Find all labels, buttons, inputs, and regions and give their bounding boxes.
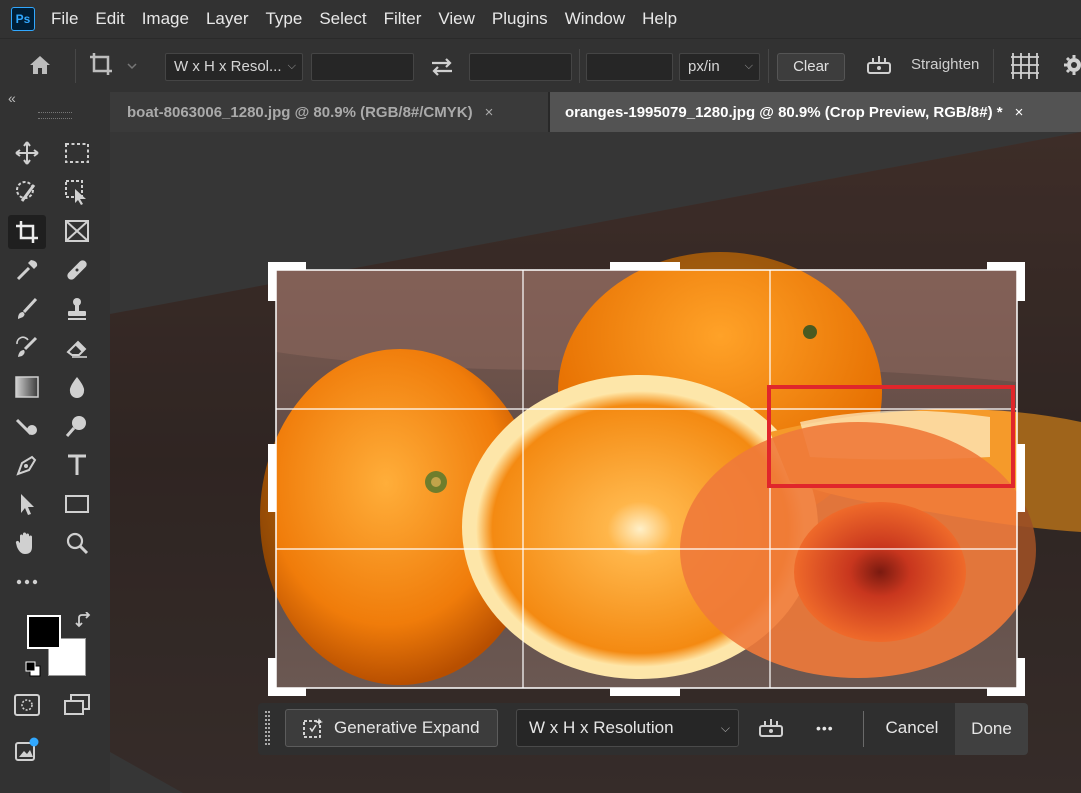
marquee-tool-icon[interactable] — [61, 137, 93, 169]
foreground-color-swatch[interactable] — [27, 615, 61, 649]
task-bar-grip[interactable] — [265, 711, 270, 745]
swap-dimensions-icon[interactable] — [428, 53, 456, 81]
close-icon[interactable]: × — [485, 104, 494, 121]
menu-layer[interactable]: Layer — [206, 9, 249, 29]
menu-file[interactable]: File — [51, 9, 78, 29]
rectangle-tool-icon[interactable] — [61, 488, 93, 520]
generative-expand-label: Generative Expand — [334, 718, 480, 737]
swap-colors-icon[interactable] — [75, 611, 93, 635]
done-button[interactable]: Done — [955, 703, 1028, 755]
menu-edit[interactable]: Edit — [95, 9, 124, 29]
more-tools-icon[interactable] — [11, 566, 43, 598]
blur-tool-icon[interactable] — [61, 371, 93, 403]
menu-help[interactable]: Help — [642, 9, 677, 29]
tab-oranges-document[interactable]: oranges-1995079_1280.jpg @ 80.9% (Crop P… — [550, 92, 1081, 132]
aspect-ratio-value: W x H x Resol... — [174, 58, 282, 75]
chevron-down-icon: ⌵ — [744, 60, 753, 72]
menu-window[interactable]: Window — [565, 9, 625, 29]
tab-label: boat-8063006_1280.jpg @ 80.9% (RGB/8#/CM… — [127, 103, 473, 121]
resolution-input[interactable] — [586, 53, 673, 81]
eyedropper-tool-icon[interactable] — [11, 254, 43, 286]
eraser-tool-icon[interactable] — [61, 332, 93, 364]
contextual-task-bar: Generative Expand W x H x Resolution ⌵ •… — [258, 703, 1028, 755]
width-input[interactable] — [311, 53, 414, 81]
hand-tool-icon[interactable] — [11, 527, 43, 559]
zoom-tool-icon[interactable] — [61, 527, 93, 559]
tools-panel: « — [0, 90, 110, 793]
type-tool-icon[interactable] — [61, 449, 93, 481]
menu-type[interactable]: Type — [265, 9, 302, 29]
clear-button[interactable]: Clear — [777, 53, 845, 81]
zoom-search-tool-icon[interactable] — [61, 410, 93, 442]
clone-stamp-tool-icon[interactable] — [61, 293, 93, 325]
tab-label: oranges-1995079_1280.jpg @ 80.9% (Crop P… — [565, 103, 1003, 121]
menu-select[interactable]: Select — [319, 9, 366, 29]
more-options-button[interactable]: ••• — [816, 709, 842, 747]
chevron-down-icon: ⌵ — [287, 60, 296, 72]
close-icon[interactable]: × — [1015, 104, 1024, 121]
brush-tool-icon[interactable] — [11, 293, 43, 325]
chevron-down-icon: ⌵ — [720, 721, 730, 735]
frame-tool-icon[interactable] — [61, 215, 93, 247]
screen-mode-icon[interactable] — [61, 689, 93, 721]
menu-view[interactable]: View — [438, 9, 475, 29]
settings-gear-icon[interactable] — [1062, 52, 1081, 80]
menu-filter[interactable]: Filter — [384, 9, 422, 29]
crop-tool-icon[interactable] — [8, 215, 46, 249]
gradient-tool-icon[interactable] — [11, 371, 43, 403]
crop-preview-image[interactable] — [110, 132, 1081, 793]
generative-expand-icon — [302, 717, 324, 739]
crop-tool-preset-picker[interactable] — [88, 51, 142, 79]
document-tab-bar: boat-8063006_1280.jpg @ 80.9% (RGB/8#/CM… — [110, 92, 1081, 132]
cancel-button[interactable]: Cancel — [876, 709, 948, 747]
quick-selection-tool-icon[interactable] — [11, 176, 43, 208]
divider — [863, 711, 864, 747]
quick-mask-icon[interactable] — [11, 689, 43, 721]
straighten-icon[interactable] — [757, 709, 787, 747]
move-tool-icon[interactable] — [11, 137, 43, 169]
object-selection-tool-icon[interactable] — [61, 176, 93, 208]
resolution-unit-dropdown[interactable]: px/in ⌵ — [679, 53, 760, 81]
collapse-panel-icon[interactable]: « — [8, 90, 16, 106]
document-canvas[interactable] — [110, 132, 1081, 793]
photoshop-logo-icon: Ps — [11, 7, 35, 31]
straighten-label[interactable]: Straighten — [911, 56, 979, 84]
menu-bar: Ps File Edit Image Layer Type Select Fil… — [0, 0, 1081, 38]
options-bar: W x H x Resol... ⌵ px/in ⌵ Clear Straigh… — [0, 38, 1081, 94]
history-brush-tool-icon[interactable] — [11, 332, 43, 364]
menu-plugins[interactable]: Plugins — [492, 9, 548, 29]
path-selection-tool-icon[interactable] — [11, 488, 43, 520]
overlay-grid-icon[interactable] — [1009, 51, 1039, 79]
generative-expand-button[interactable]: Generative Expand — [285, 709, 498, 747]
straighten-icon[interactable] — [864, 51, 894, 79]
resolution-unit-value: px/in — [688, 58, 720, 75]
ratio-dropdown[interactable]: W x H x Resolution ⌵ — [516, 709, 739, 747]
tab-boat-document[interactable]: boat-8063006_1280.jpg @ 80.9% (RGB/8#/CM… — [110, 92, 548, 132]
pen-tool-icon[interactable] — [11, 449, 43, 481]
default-colors-icon[interactable] — [25, 661, 41, 682]
healing-brush-tool-icon[interactable] — [61, 254, 93, 286]
aspect-ratio-dropdown[interactable]: W x H x Resol... ⌵ — [165, 53, 303, 81]
dodge-tool-icon[interactable] — [11, 410, 43, 442]
generative-image-icon[interactable] — [11, 734, 43, 766]
height-input[interactable] — [469, 53, 572, 81]
ratio-value: W x H x Resolution — [529, 718, 674, 737]
menu-image[interactable]: Image — [142, 9, 189, 29]
panel-grip[interactable] — [38, 112, 72, 119]
home-icon[interactable] — [26, 51, 58, 79]
